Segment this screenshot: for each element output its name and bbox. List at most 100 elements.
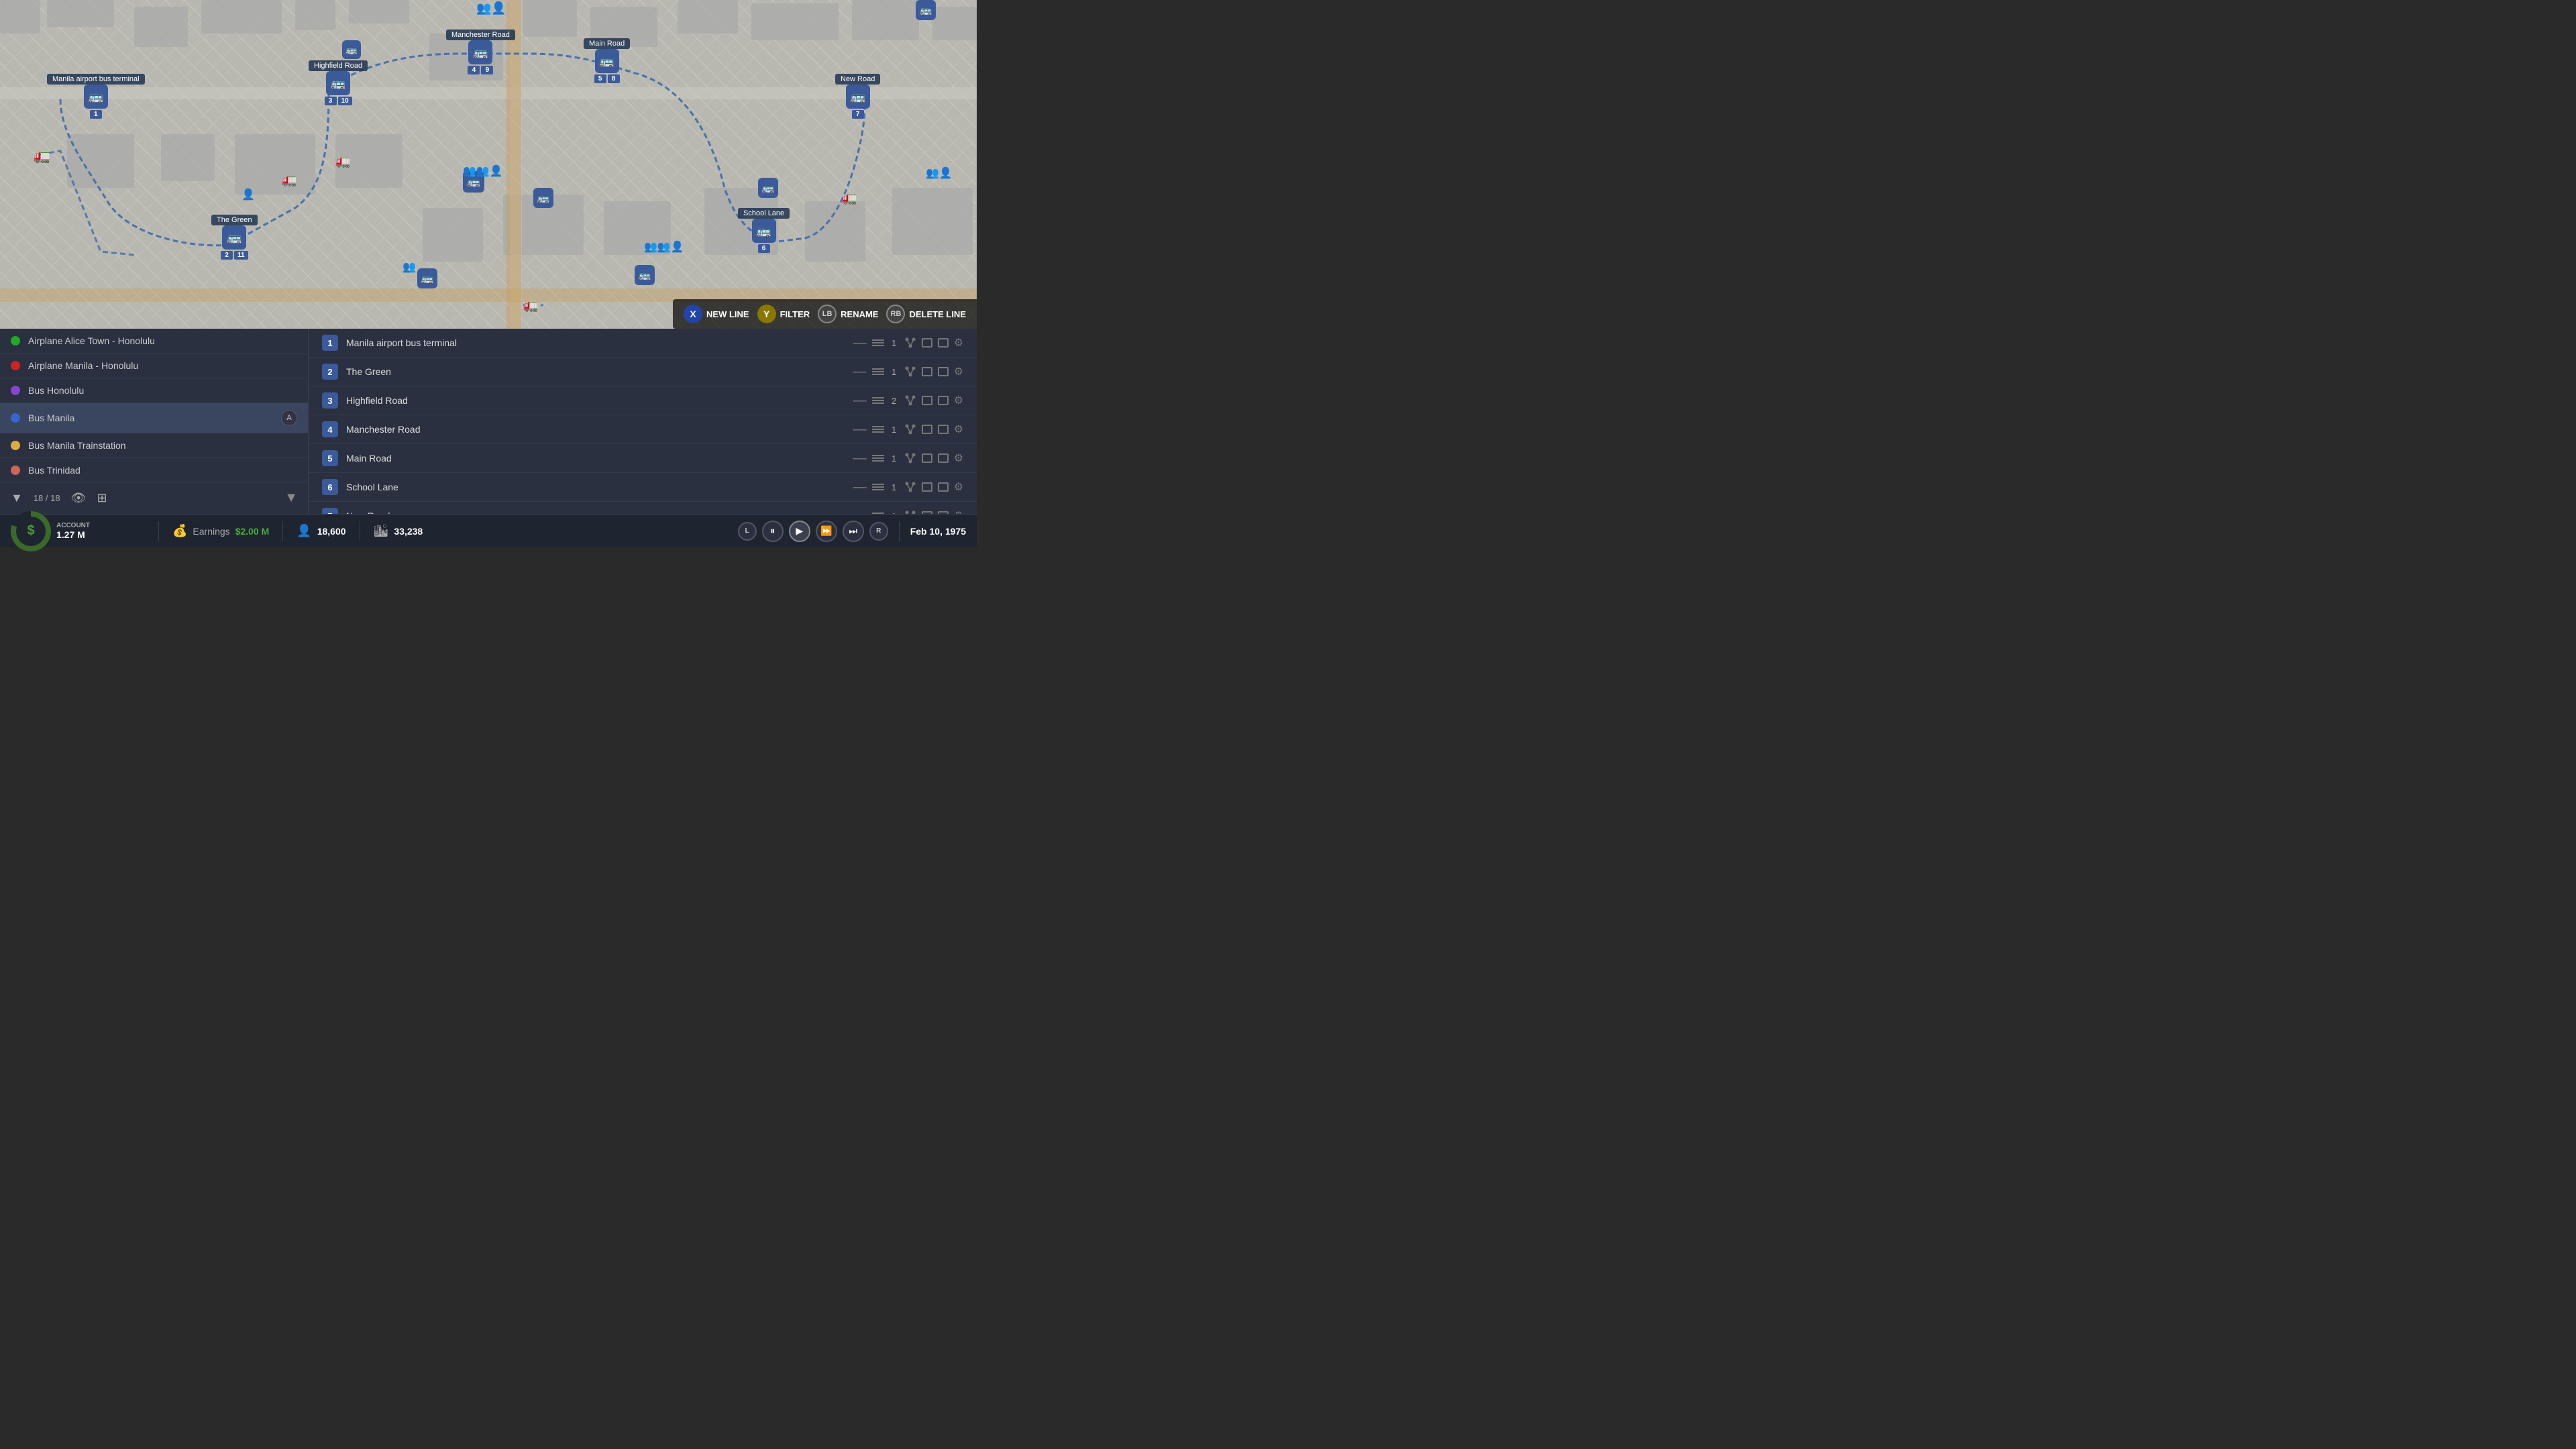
branch-icon-6 xyxy=(904,481,916,493)
stop-num-6: 6 xyxy=(322,479,338,495)
bus-stop-extra-1: 🚌 xyxy=(342,40,361,59)
r-button-icon[interactable]: R xyxy=(869,522,888,541)
box-icon-4 xyxy=(922,425,932,434)
bus-stop-1[interactable]: Manila airport bus terminal 🚌 1 xyxy=(47,72,145,119)
new-line-btn[interactable]: X NEW LINE xyxy=(684,305,749,323)
line-name-3: Bus Manila xyxy=(28,413,74,423)
line-name-4: Bus Manila Trainstation xyxy=(28,440,126,451)
people-6: 👤 xyxy=(241,188,255,201)
account-label: ACCOUNT xyxy=(56,522,90,529)
gear-icon-5[interactable]: ⚙ xyxy=(954,451,963,465)
bus-stop-2[interactable]: The Green 🚌 2 11 xyxy=(211,213,258,260)
vehicle-icon-1: 🚛 xyxy=(34,148,50,164)
line-item-4[interactable]: Bus Manila Trainstation xyxy=(0,433,308,458)
stop-controls-7: — 1 ⚙ xyxy=(853,508,963,515)
bars-icon-6 xyxy=(872,484,884,490)
grid-icon[interactable]: ⊞ xyxy=(97,491,107,505)
line-item-5[interactable]: Bus Trinidad xyxy=(0,458,308,482)
bus-stop-6[interactable]: School Lane 🚌 6 xyxy=(738,207,790,253)
fast-forward-btn[interactable]: ⏩ xyxy=(816,521,837,542)
stop-badge-2b: 11 xyxy=(234,251,248,260)
bars-icon-2 xyxy=(872,368,884,375)
gear-icon-7[interactable]: ⚙ xyxy=(954,509,963,514)
stop-row-7[interactable]: 7 New Road — 1 ⚙ xyxy=(309,502,977,514)
box-icon-3b xyxy=(938,396,949,405)
earnings-icon: 💰 xyxy=(172,524,187,538)
stop-badge-4a: 4 xyxy=(468,66,480,74)
vehicle-icon-2: 🚛 xyxy=(282,173,297,187)
panel-main: Airplane Alice Town - Honolulu Airplane … xyxy=(0,329,977,514)
scroll-down-icon[interactable]: ▼ xyxy=(284,490,298,506)
box-icon-5b xyxy=(938,453,949,463)
vehicle-icon-4: 🚛 xyxy=(523,299,538,313)
filter-label: FILTER xyxy=(780,309,810,319)
line-item-0[interactable]: Airplane Alice Town - Honolulu xyxy=(0,329,308,354)
filter-btn[interactable]: Y FILTER xyxy=(757,305,810,323)
line-item-1[interactable]: Airplane Manila - Honolulu xyxy=(0,354,308,378)
bus-icon-4: 🚌 xyxy=(468,40,492,64)
stops-list[interactable]: 1 Manila airport bus terminal — 1 ⚙ 2 Th… xyxy=(309,329,977,514)
line-list-items[interactable]: Airplane Alice Town - Honolulu Airplane … xyxy=(0,329,308,482)
stop-badge-3a: 3 xyxy=(325,97,337,105)
rb-button-icon: RB xyxy=(886,305,905,323)
lb-button-icon: LB xyxy=(818,305,837,323)
account-circle: $ xyxy=(11,511,51,551)
line-list: Airplane Alice Town - Honolulu Airplane … xyxy=(0,329,309,514)
eye-icon[interactable]: 👁 xyxy=(71,491,87,505)
pause-btn[interactable]: ⏸ xyxy=(762,521,784,542)
box-icon-4b xyxy=(938,425,949,434)
people-2: 👥👥👤 xyxy=(463,164,503,178)
skip-forward-btn[interactable]: ⏭ xyxy=(843,521,864,542)
line-item-3[interactable]: Bus Manila A xyxy=(0,403,308,433)
l-button: L xyxy=(738,522,757,541)
line-item-2[interactable]: Bus Honolulu xyxy=(0,378,308,403)
bus-stop-extra-6: 🚌 xyxy=(916,0,936,20)
box-icon-2b xyxy=(938,367,949,376)
stop-badge-1: 1 xyxy=(90,110,102,119)
bus-stop-5[interactable]: Main Road 🚌 5 8 xyxy=(584,37,630,83)
line-name-1: Airplane Manila - Honolulu xyxy=(28,360,138,371)
filter-icon[interactable]: ▼ xyxy=(11,491,23,505)
stop-name-3: Highfield Road xyxy=(346,395,845,406)
gear-icon-4[interactable]: ⚙ xyxy=(954,423,963,436)
line-name-2: Bus Honolulu xyxy=(28,385,84,396)
bus-icon-1: 🚌 xyxy=(84,85,108,109)
gear-icon-3[interactable]: ⚙ xyxy=(954,394,963,407)
status-bar: $ ACCOUNT 1.27 M 💰 Earnings $2.00 M 👤 18… xyxy=(0,514,977,547)
bars-icon-1 xyxy=(872,339,884,346)
stop-row-1[interactable]: 1 Manila airport bus terminal — 1 ⚙ xyxy=(309,329,977,358)
rename-btn[interactable]: LB RENAME xyxy=(818,305,878,323)
stop-row-6[interactable]: 6 School Lane — 1 ⚙ xyxy=(309,473,977,502)
box-icon-2 xyxy=(922,367,932,376)
divider-4 xyxy=(899,521,900,541)
stop-num-2: 2 xyxy=(322,364,338,380)
box-icon-1b xyxy=(938,338,949,347)
map-area[interactable]: Manila airport bus terminal 🚌 1 The Gree… xyxy=(0,0,977,329)
bus-stop-extra-3: 🚌 xyxy=(533,188,553,208)
gear-icon-1[interactable]: ⚙ xyxy=(954,336,963,350)
earnings-item: 💰 Earnings $2.00 M xyxy=(172,524,269,538)
bus-icon-5: 🚌 xyxy=(595,49,619,73)
bus-stop-3[interactable]: Highfield Road 🚌 3 10 xyxy=(309,59,368,105)
bus-stop-7[interactable]: New Road 🚌 7 xyxy=(835,72,880,119)
bus-stop-4[interactable]: Manchester Road 🚌 4 9 xyxy=(446,28,515,74)
bus-icon-6: 🚌 xyxy=(752,219,776,243)
stop-controls-5: — 1 ⚙ xyxy=(853,451,963,466)
bars-icon-3 xyxy=(872,397,884,404)
stop-row-5[interactable]: 5 Main Road — 1 ⚙ xyxy=(309,444,977,473)
stop-row-2[interactable]: 2 The Green — 1 ⚙ xyxy=(309,358,977,386)
date-display: Feb 10, 1975 xyxy=(910,526,966,537)
delete-line-btn[interactable]: RB DELETE LINE xyxy=(886,305,966,323)
stop-badge-6: 6 xyxy=(758,244,770,253)
stop-row-4[interactable]: 4 Manchester Road — 1 ⚙ xyxy=(309,415,977,444)
gear-icon-6[interactable]: ⚙ xyxy=(954,480,963,494)
branch-icon-2 xyxy=(904,366,916,378)
line-dot-4 xyxy=(11,441,20,450)
city-value: 33,238 xyxy=(394,526,423,537)
play-btn[interactable]: ▶ xyxy=(789,521,810,542)
stop-row-3[interactable]: 3 Highfield Road — 2 ⚙ xyxy=(309,386,977,415)
gear-icon-2[interactable]: ⚙ xyxy=(954,365,963,378)
dollar-icon: $ xyxy=(27,523,34,539)
l-button-icon[interactable]: L xyxy=(738,522,757,541)
stop-label-1: Manila airport bus terminal xyxy=(47,74,145,85)
